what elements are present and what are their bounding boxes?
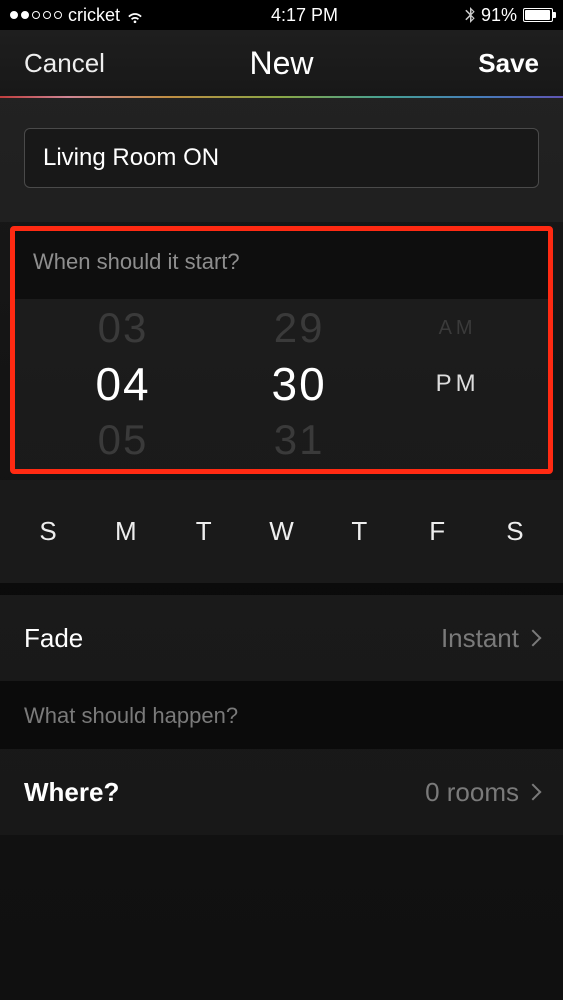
minute-next: 31 — [274, 412, 325, 468]
ampm-picker[interactable]: AM PM — [387, 299, 528, 469]
save-button[interactable]: Save — [478, 48, 539, 79]
ampm-next-spacer — [453, 412, 463, 468]
fade-label: Fade — [24, 623, 83, 654]
hour-next: 05 — [98, 412, 149, 468]
chevron-right-icon — [525, 784, 542, 801]
hour-selected: 04 — [95, 356, 150, 412]
minute-prev: 29 — [274, 300, 325, 356]
day-selector: S M T W T F S — [0, 480, 563, 583]
fade-row[interactable]: Fade Instant — [0, 595, 563, 681]
day-wed[interactable]: W — [261, 516, 301, 547]
battery-percentage: 91% — [481, 5, 517, 26]
status-left: cricket — [10, 5, 144, 26]
name-section — [0, 98, 563, 222]
fade-value: Instant — [441, 623, 539, 654]
day-fri[interactable]: F — [417, 516, 457, 547]
what-should-happen-header: What should happen? — [0, 681, 563, 749]
minute-selected: 30 — [272, 356, 327, 412]
battery-icon — [523, 8, 553, 22]
signal-strength-icon — [10, 11, 62, 19]
day-tue[interactable]: T — [184, 516, 224, 547]
time-picker[interactable]: 03 04 05 29 30 31 AM PM — [15, 299, 548, 469]
day-thu[interactable]: T — [339, 516, 379, 547]
status-bar: cricket 4:17 PM 91% — [0, 0, 563, 30]
time-section-header: When should it start? — [15, 231, 548, 299]
hour-picker[interactable]: 03 04 05 — [35, 299, 211, 469]
day-sat[interactable]: S — [495, 516, 535, 547]
day-sun[interactable]: S — [28, 516, 68, 547]
status-right: 91% — [465, 5, 553, 26]
ampm-selected: PM — [436, 356, 480, 412]
where-row[interactable]: Where? 0 rooms — [0, 749, 563, 835]
where-value: 0 rooms — [425, 777, 539, 808]
minute-picker[interactable]: 29 30 31 — [211, 299, 387, 469]
divider — [0, 583, 563, 595]
rainbow-divider — [0, 96, 563, 98]
cancel-button[interactable]: Cancel — [24, 48, 105, 79]
nav-bar: Cancel New Save — [0, 30, 563, 96]
carrier-label: cricket — [68, 5, 120, 26]
hour-prev: 03 — [98, 300, 149, 356]
day-mon[interactable]: M — [106, 516, 146, 547]
routine-name-input[interactable] — [24, 128, 539, 188]
chevron-right-icon — [525, 630, 542, 647]
where-value-text: 0 rooms — [425, 777, 519, 808]
where-label: Where? — [24, 777, 119, 808]
ampm-prev: AM — [439, 300, 477, 356]
bluetooth-icon — [465, 7, 475, 23]
app-screen: cricket 4:17 PM 91% Cancel New Save When… — [0, 0, 563, 1000]
wifi-icon — [126, 8, 144, 22]
status-time: 4:17 PM — [271, 5, 338, 26]
time-block-highlight: When should it start? 03 04 05 29 30 31 … — [10, 226, 553, 474]
fade-value-text: Instant — [441, 623, 519, 654]
